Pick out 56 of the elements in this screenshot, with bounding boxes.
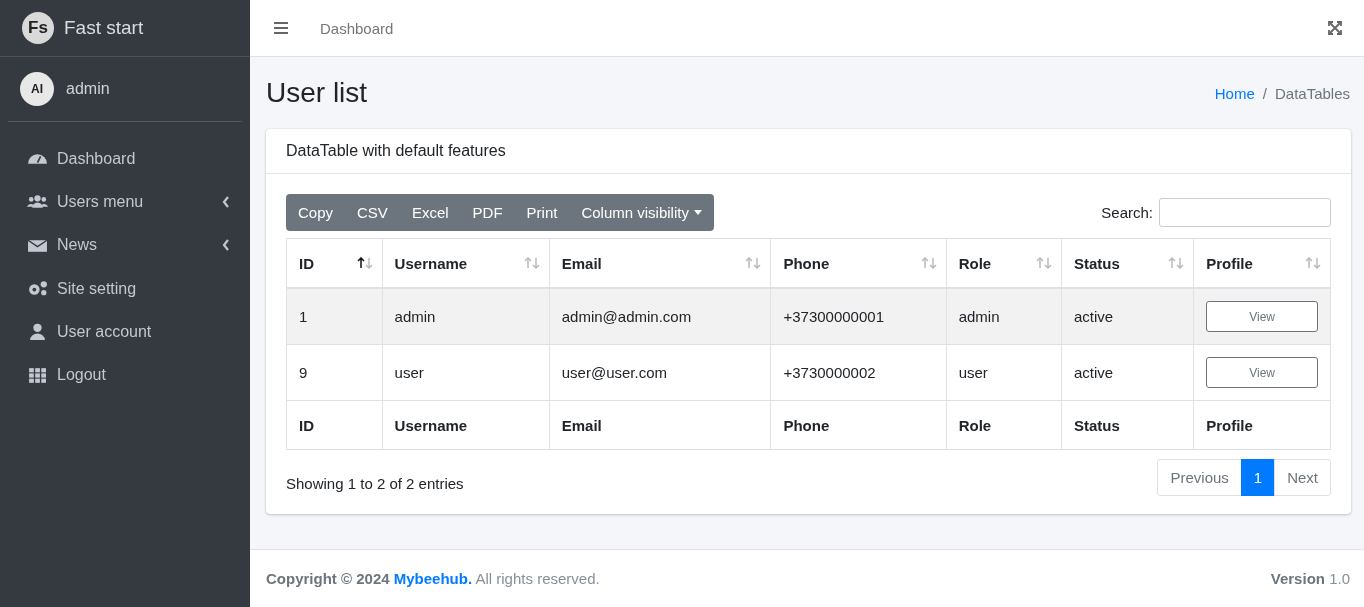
table-cell: admin@admin.com [549,288,771,345]
table-cell: user [946,344,1062,401]
card-title: DataTable with default features [286,142,506,159]
toolbar-button[interactable]: Excel [399,194,461,231]
grid-icon [27,366,48,384]
toolbar-button[interactable]: Copy [286,194,346,231]
brand-name[interactable]: Fast start [64,17,144,39]
view-button[interactable]: View [1206,357,1318,388]
menu-icon[interactable] [274,22,288,34]
brand-logo[interactable]: Fs [22,12,54,44]
column-footer: Profile [1193,400,1331,450]
version-text: Version 1.0 [1270,570,1350,587]
copyright-text: Copyright © 2024 Mybeehub. All rights reserved. [266,570,600,587]
breadcrumb-separator: / [1262,84,1267,102]
table-cell: 9 [286,344,383,401]
sidebar-item[interactable]: Dashboard [0,137,250,181]
user-avatar[interactable]: AI [20,72,54,106]
view-button[interactable]: View [1206,301,1318,332]
gears-icon [27,280,48,298]
footer-link[interactable]: Mybeehub. [393,570,473,587]
sidebar-item[interactable]: User account [0,310,250,354]
table-cell: user@user.com [549,344,771,401]
pagination-button[interactable]: Next [1274,459,1331,496]
table-cell: 1 [286,288,383,345]
column-footer: Phone [770,400,947,450]
toolbar-button[interactable]: Column visibility [569,194,714,231]
column-footer: Role [946,400,1062,450]
breadcrumb-link[interactable]: Home [1214,84,1255,102]
sidebar-item[interactable]: News [0,223,250,267]
user-name[interactable]: admin [66,80,110,98]
user-icon [27,323,48,341]
table-cell: +3730000002 [770,344,947,401]
table-cell: active [1061,344,1194,401]
pagination-button[interactable]: Previous [1157,459,1242,496]
search-label: Search: [1101,204,1153,221]
sidebar-item[interactable]: Site setting [0,266,250,311]
table-cell: +37300000001 [770,288,947,345]
table-cell: admin [382,288,550,345]
entries-info: Showing 1 to 2 of 2 entries [286,475,464,492]
column-footer: Username [382,400,550,450]
column-footer: Status [1061,400,1194,450]
table-cell: admin [946,288,1062,345]
toolbar-button[interactable]: CSV [345,194,400,231]
toolbar-button[interactable]: Print [514,194,570,231]
table-cell: user [382,344,550,401]
column-footer: ID [286,400,383,450]
breadcrumb-current: DataTables [1274,84,1350,102]
page-title: User list [266,77,368,109]
sidebar-item[interactable]: Logout [0,353,250,397]
users-icon [27,193,48,211]
column-footer: Email [549,400,771,450]
table-cell: active [1061,288,1194,345]
fullscreen-icon[interactable] [1328,21,1342,35]
toolbar-button[interactable]: PDF [460,194,515,231]
sidebar-item[interactable]: Users menu [0,180,250,224]
search-field[interactable] [1159,198,1331,227]
